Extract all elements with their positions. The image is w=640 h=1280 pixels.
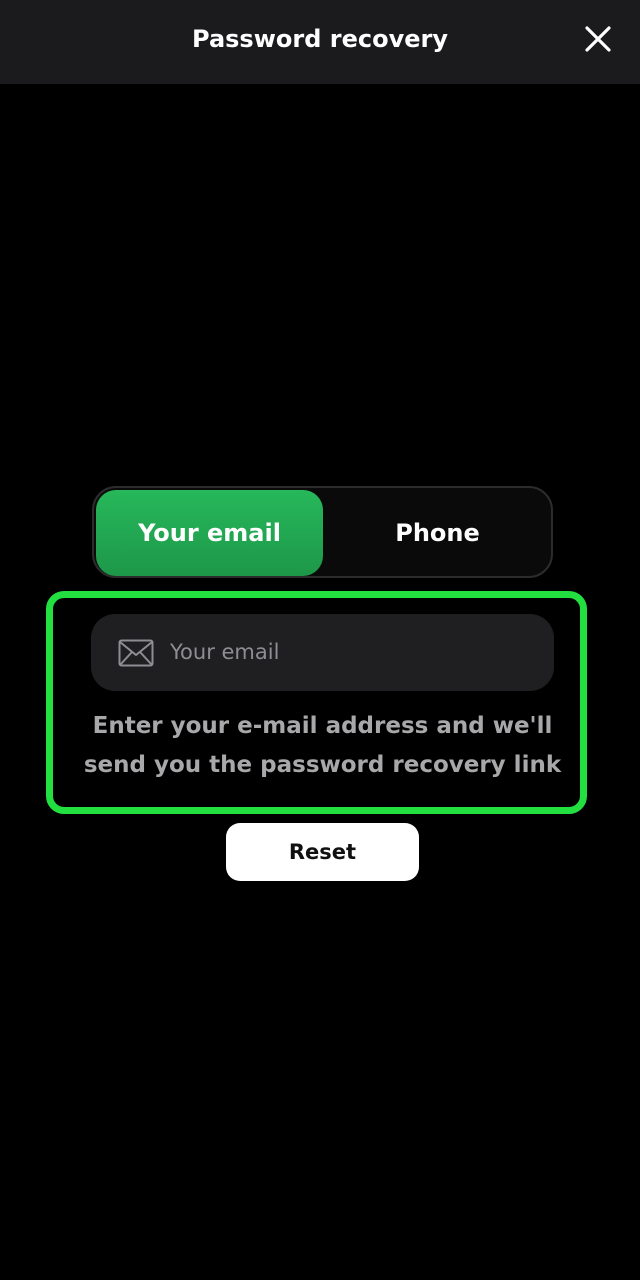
header-bar: Password recovery	[0, 0, 640, 84]
page-title: Password recovery	[192, 25, 448, 53]
instruction-text: Enter your e-mail address and we'll send…	[83, 713, 562, 778]
email-field[interactable]	[91, 614, 554, 691]
recovery-method-toggle: Your email Phone	[92, 486, 553, 578]
mail-icon	[118, 639, 154, 667]
reset-button[interactable]: Reset	[226, 823, 419, 881]
close-icon	[585, 26, 611, 52]
tab-phone[interactable]: Phone	[326, 490, 549, 576]
close-button[interactable]	[578, 19, 618, 59]
tab-your-email[interactable]: Your email	[96, 490, 323, 576]
email-input[interactable]	[170, 630, 530, 674]
